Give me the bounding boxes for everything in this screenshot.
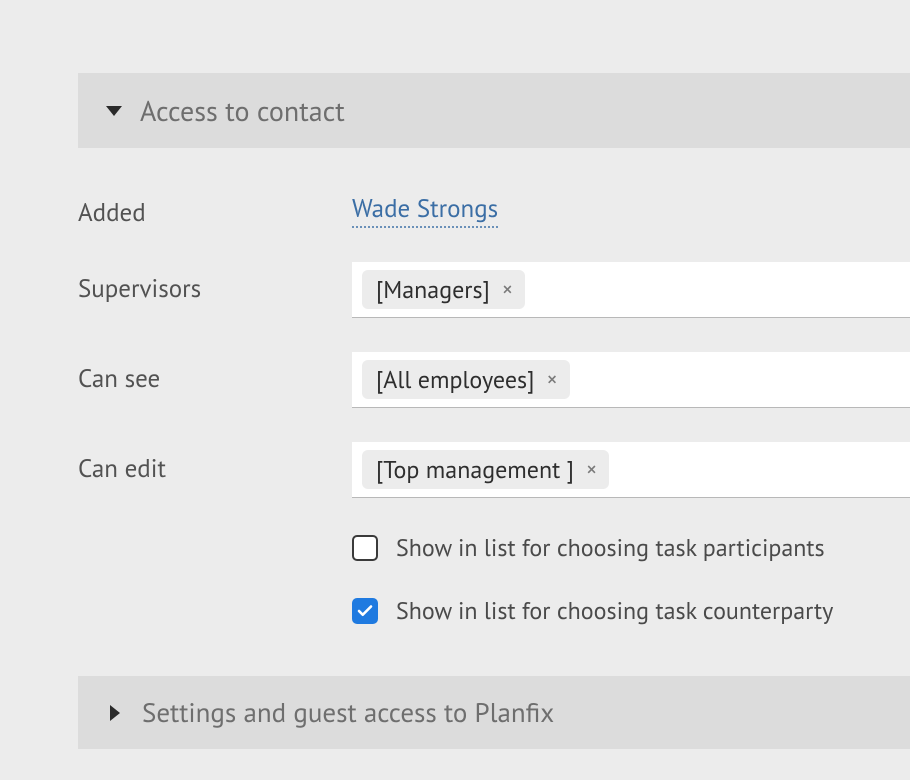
counterparty-checkbox-label: Show in list for choosing task counterpa… xyxy=(396,595,833,626)
can-edit-input[interactable]: [Top management ] × xyxy=(352,442,910,498)
remove-tag-icon[interactable]: × xyxy=(500,279,515,301)
remove-tag-icon[interactable]: × xyxy=(544,369,559,391)
section-title: Access to contact xyxy=(140,92,345,129)
supervisors-input[interactable]: [Managers] × xyxy=(352,262,910,318)
tag-text: [All employees] xyxy=(376,364,534,395)
settings-guest-access-header[interactable]: Settings and guest access to Planfix xyxy=(78,676,910,749)
field-can-see: Can see [All employees] × xyxy=(78,352,910,408)
tag-text: [Top management ] xyxy=(376,454,574,485)
can-see-label: Can see xyxy=(78,352,352,394)
field-added: Added Wade Strongs xyxy=(78,186,910,228)
section-title: Settings and guest access to Planfix xyxy=(142,696,554,730)
access-to-contact-header[interactable]: Access to contact xyxy=(78,73,910,148)
field-can-edit: Can edit [Top management ] × xyxy=(78,442,910,498)
caret-down-icon xyxy=(106,106,122,116)
field-supervisors: Supervisors [Managers] × xyxy=(78,262,910,318)
counterparty-checkbox[interactable] xyxy=(352,598,378,624)
participants-checkbox-label: Show in list for choosing task participa… xyxy=(396,532,825,563)
checkbox-row-participants: Show in list for choosing task participa… xyxy=(352,532,910,563)
checkbox-row-counterparty: Show in list for choosing task counterpa… xyxy=(352,595,910,626)
tag-text: [Managers] xyxy=(376,274,490,305)
can-edit-label: Can edit xyxy=(78,442,352,484)
participants-checkbox[interactable] xyxy=(352,535,378,561)
supervisors-tag: [Managers] × xyxy=(362,270,525,309)
can-see-tag: [All employees] × xyxy=(362,360,570,399)
added-user-link[interactable]: Wade Strongs xyxy=(352,192,498,228)
caret-right-icon xyxy=(110,705,120,721)
can-edit-tag: [Top management ] × xyxy=(362,450,609,489)
can-see-input[interactable]: [All employees] × xyxy=(352,352,910,408)
check-icon xyxy=(356,602,374,620)
remove-tag-icon[interactable]: × xyxy=(584,459,599,481)
supervisors-label: Supervisors xyxy=(78,262,352,304)
added-label: Added xyxy=(78,186,352,228)
